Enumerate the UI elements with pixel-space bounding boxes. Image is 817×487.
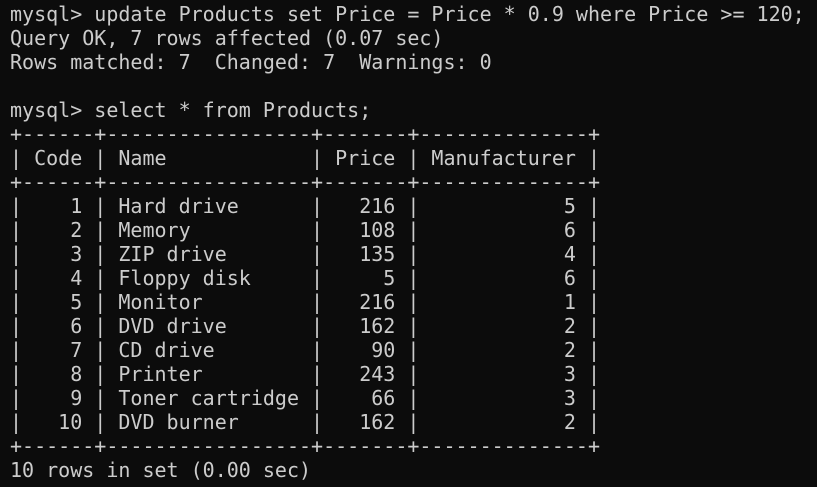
table-row: | 5 | Monitor | 216 | 1 | xyxy=(10,290,601,314)
table-row: | 9 | Toner cartridge | 66 | 3 | xyxy=(10,386,601,410)
table-row: | 3 | ZIP drive | 135 | 4 | xyxy=(10,242,601,266)
query-ok-line: Query OK, 7 rows affected (0.07 sec) xyxy=(10,26,444,50)
rows-matched-line: Rows matched: 7 Changed: 7 Warnings: 0 xyxy=(10,50,492,74)
table-row: | 8 | Printer | 243 | 3 | xyxy=(10,362,601,386)
table-row: | 10 | DVD burner | 162 | 2 | xyxy=(10,410,601,434)
table-row: | 2 | Memory | 108 | 6 | xyxy=(10,218,601,242)
table-row: | 4 | Floppy disk | 5 | 6 | xyxy=(10,266,601,290)
table-row: | 1 | Hard drive | 216 | 5 | xyxy=(10,194,601,218)
select-command-line: mysql> select * from Products; xyxy=(10,98,372,122)
table-row: | 7 | CD drive | 90 | 2 | xyxy=(10,338,601,362)
table-border-top: +------+-----------------+-------+------… xyxy=(10,122,601,146)
table-header-row: | Code | Name | Price | Manufacturer | xyxy=(10,146,601,170)
terminal-window[interactable]: mysql> update Products set Price = Price… xyxy=(0,0,817,487)
result-summary-line: 10 rows in set (0.00 sec) xyxy=(10,458,312,482)
table-header-separator: +------+-----------------+-------+------… xyxy=(10,170,601,194)
table-row: | 6 | DVD drive | 162 | 2 | xyxy=(10,314,601,338)
table-border-bottom: +------+-----------------+-------+------… xyxy=(10,434,601,458)
update-command-line: mysql> update Products set Price = Price… xyxy=(10,2,805,26)
